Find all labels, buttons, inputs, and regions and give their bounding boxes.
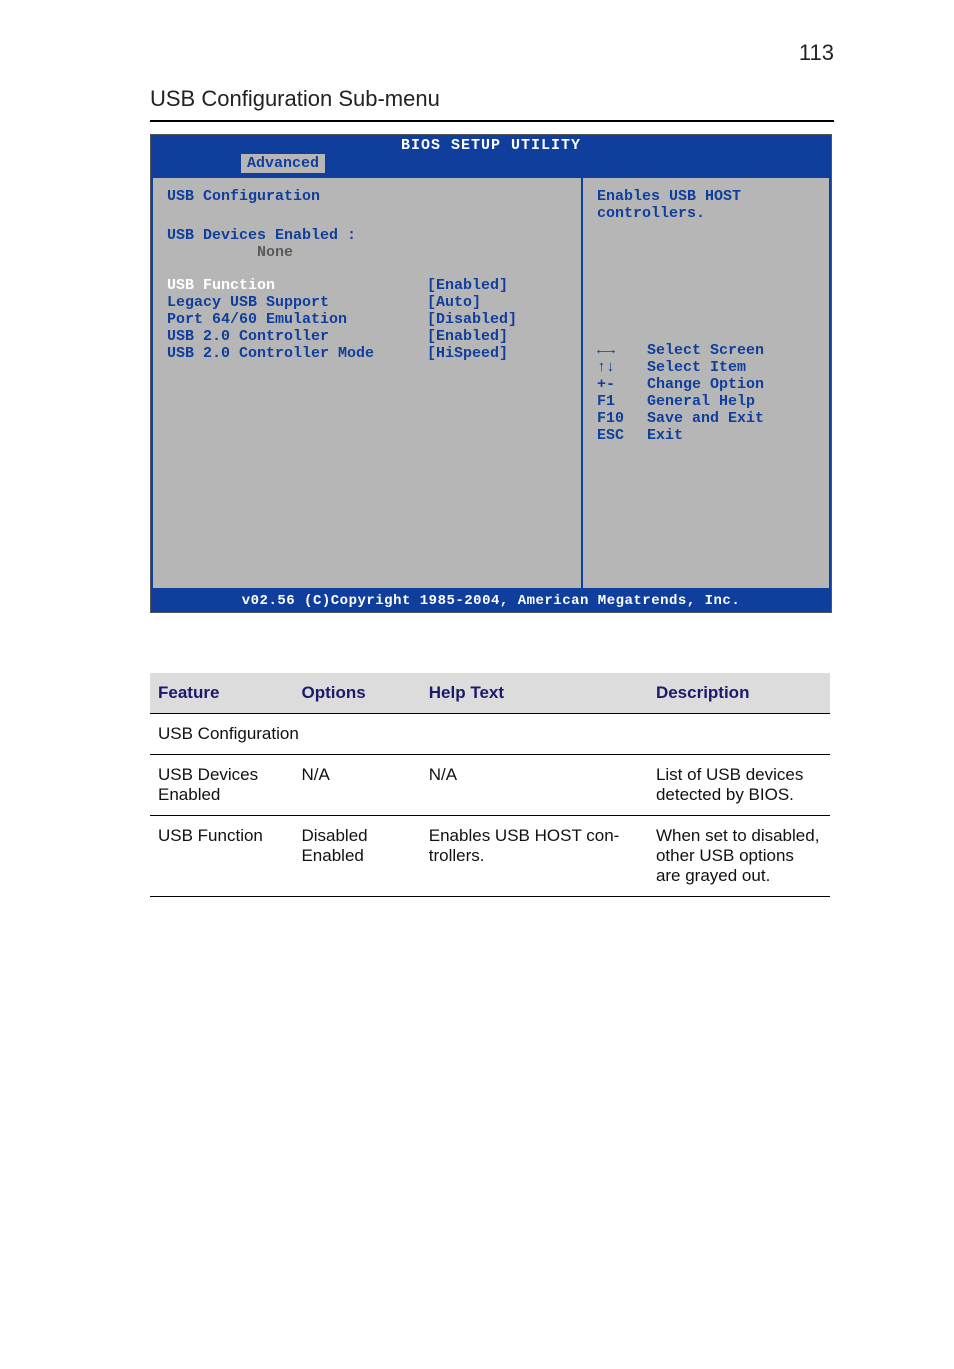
table-subheading-row: USB Configuration [150,714,830,755]
cell-feature: USB Devices Enabled [150,755,293,816]
cell-help: Enables USB HOST con­trollers. [421,816,648,897]
th-help: Help Text [421,673,648,714]
cell-desc: When set to dis­abled, other USB options… [648,816,830,897]
cell-desc: List of USB devices detected by BIOS. [648,755,830,816]
bios-devices-value: None [167,244,567,261]
cell-help: N/A [421,755,648,816]
bios-key-row: ESCExit [597,427,815,444]
key: ESC [597,427,647,444]
bios-row-usb20-controller[interactable]: USB 2.0 Controller [Enabled] [167,328,567,345]
bios-row-label: USB Function [167,277,427,294]
page-number: 113 [0,0,954,86]
key-desc: Select Screen [647,342,764,359]
bios-tabbar: Advanced [151,154,831,176]
page-content: USB Configuration Sub-menu BIOS SETUP UT… [0,86,954,957]
bios-row-usb-function[interactable]: USB Function [Enabled] [167,277,567,294]
bios-key-row: ↑↓Select Item [597,359,815,376]
key-desc: Save and Exit [647,410,764,427]
key: F10 [597,410,647,427]
key-desc: Select Item [647,359,746,376]
th-desc: Description [648,673,830,714]
bios-heading: USB Configuration [167,188,567,205]
key-desc: Change Option [647,376,764,393]
bios-footer: v02.56 (C)Copyright 1985-2004, American … [151,590,831,612]
bios-row-label: USB 2.0 Controller Mode [167,345,427,362]
th-options: Options [293,673,420,714]
key: F1 [597,393,647,410]
bios-key-row: F1General Help [597,393,815,410]
bios-devices-label: USB Devices Enabled : [167,227,567,244]
bios-row-value: [Disabled] [427,311,517,328]
bios-row-label: Port 64/60 Emulation [167,311,427,328]
cell-options: N/A [293,755,420,816]
bios-key-row: ←→Select Screen [597,342,815,359]
bios-row-label: USB 2.0 Controller [167,328,427,345]
table-subheading: USB Configuration [150,714,830,755]
cell-feature: USB Func­tion [150,816,293,897]
bios-left-pane: USB Configuration USB Devices Enabled : … [153,178,581,588]
bios-row-value: [Enabled] [427,328,508,345]
table-row: USB Func­tion Disabled Enabled Enables U… [150,816,830,897]
table-header-row: Feature Options Help Text Description [150,673,830,714]
bios-key-help: ←→Select Screen ↑↓Select Item +-Change O… [597,342,815,444]
bios-row-label: Legacy USB Support [167,294,427,311]
title-underline [150,120,834,122]
th-feature: Feature [150,673,293,714]
bios-tab-advanced[interactable]: Advanced [241,154,325,173]
key-desc: Exit [647,427,683,444]
key: +- [597,376,647,393]
key-desc: General Help [647,393,755,410]
key: ←→ [597,342,647,359]
bios-key-row: +-Change Option [597,376,815,393]
bios-row-usb20-mode[interactable]: USB 2.0 Controller Mode [HiSpeed] [167,345,567,362]
cell-options: Disabled Enabled [293,816,420,897]
key: ↑↓ [597,359,647,376]
bios-row-legacy-usb[interactable]: Legacy USB Support [Auto] [167,294,567,311]
section-title: USB Configuration Sub-menu [150,86,834,112]
bios-row-value: [Enabled] [427,277,508,294]
bios-help-text: controllers. [597,205,815,222]
bios-row-value: [Auto] [427,294,481,311]
bios-key-row: F10Save and Exit [597,410,815,427]
feature-table: Feature Options Help Text Description US… [150,673,830,897]
bios-help-text: Enables USB HOST [597,188,815,205]
bios-right-pane: Enables USB HOST controllers. ←→Select S… [583,178,829,588]
bios-screenshot: BIOS SETUP UTILITY Advanced USB Configur… [150,134,832,613]
bios-title: BIOS SETUP UTILITY [151,135,831,154]
bios-row-value: [HiSpeed] [427,345,508,362]
table-row: USB Devices Enabled N/A N/A List of USB … [150,755,830,816]
bios-row-port-emulation[interactable]: Port 64/60 Emulation [Disabled] [167,311,567,328]
